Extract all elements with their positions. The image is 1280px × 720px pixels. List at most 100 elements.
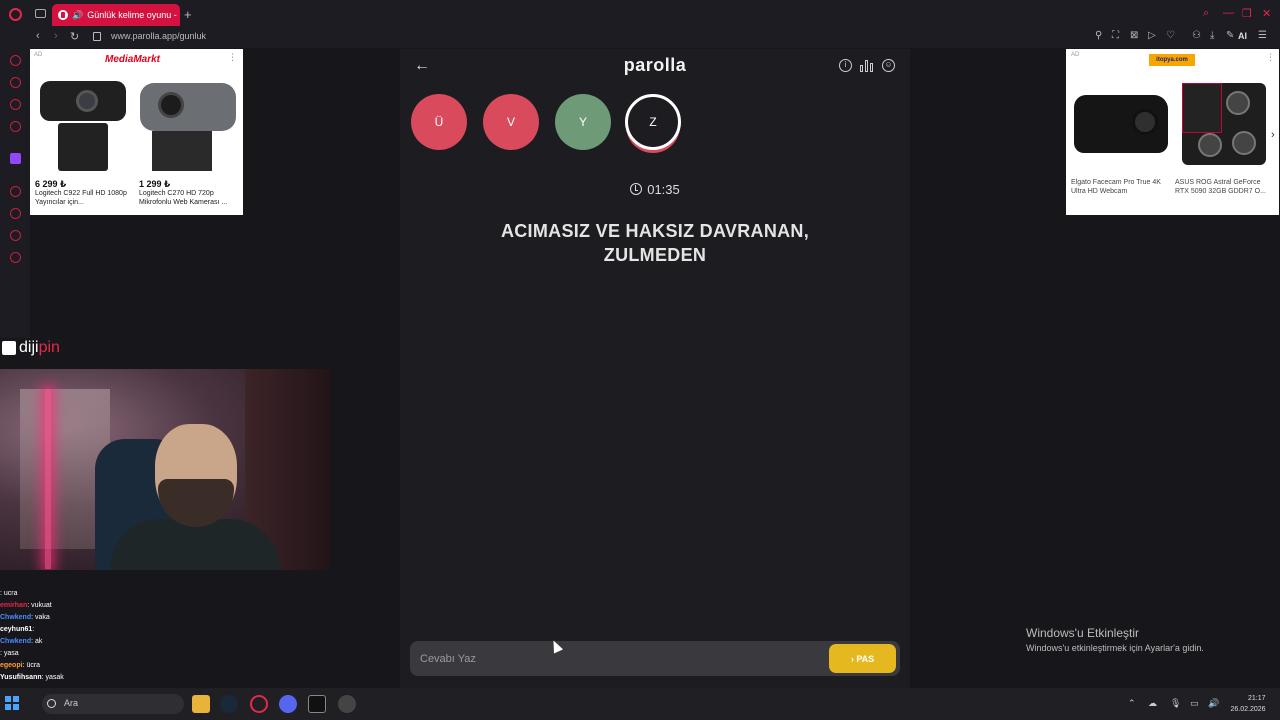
sidebar-aria-icon[interactable] (10, 55, 21, 66)
pass-button[interactable]: › PAS (829, 644, 896, 673)
browser-titlebar (0, 0, 1280, 28)
letter-bubble: Ü (411, 94, 467, 150)
activation-subtitle: Windows'u etkinleştirmek için Ayarlar'a … (1026, 643, 1204, 653)
search-placeholder[interactable]: Ara (64, 698, 78, 708)
chat-message: Chwkend: vaka (0, 612, 243, 624)
snapshot-icon[interactable]: ⛶ (1112, 30, 1119, 41)
sidebar-chat-icon[interactable] (10, 99, 21, 110)
heart-icon[interactable]: ♡ (1166, 30, 1175, 41)
forward-nav-icon[interactable]: › (54, 30, 58, 42)
ad-menu-icon[interactable]: ⋮ (228, 52, 237, 63)
chat-username: Chwkend (0, 614, 32, 621)
pin-icon[interactable]: ⚲ (1095, 30, 1102, 41)
sidebar-player-icon[interactable] (10, 186, 21, 197)
next-arrow-icon[interactable]: › (1271, 129, 1275, 141)
opera-taskbar-icon[interactable] (250, 695, 268, 713)
tray-network-icon[interactable]: ☁ (1148, 698, 1157, 709)
ad-menu-icon[interactable]: ⋮ (1266, 52, 1275, 63)
lock-icon (93, 32, 101, 41)
chat-text: : vukuat (27, 602, 52, 609)
close-button[interactable]: ✕ (1262, 7, 1271, 20)
tray-volume-icon[interactable]: 🔊 (1208, 698, 1219, 709)
ai-button[interactable]: AI (1238, 31, 1247, 41)
stats-icon[interactable] (860, 59, 874, 72)
download-icon[interactable]: ⤓ (1210, 30, 1214, 41)
product-image[interactable] (1074, 95, 1168, 153)
profile-icon[interactable]: ☺ (882, 59, 895, 72)
pass-label: PAS (856, 653, 875, 664)
windows-activation-watermark: Windows'u Etkinleştir Windows'u etkinleş… (1026, 626, 1204, 653)
logo-suffix: pin (38, 339, 60, 356)
dijipin-logo-icon (2, 341, 16, 355)
chat-username: emirhan (0, 602, 28, 609)
ad-right[interactable]: AD itopya.com ⋮ › Elgato Facecam Pro Tru… (1066, 49, 1279, 215)
steam-icon[interactable] (220, 695, 238, 713)
letter-bubble: V (483, 94, 539, 150)
info-icon[interactable]: i (839, 59, 852, 72)
product-image[interactable] (136, 77, 236, 173)
tray-chevron-up-icon[interactable]: ⌃ (1128, 698, 1136, 709)
reload-icon[interactable]: ↻ (70, 30, 79, 43)
tray-display-icon[interactable]: ▭ (1190, 698, 1199, 709)
streamer-webcam (0, 369, 330, 570)
sidebar-bag-icon[interactable] (10, 77, 21, 88)
account-icon[interactable]: ⚇ (1192, 30, 1201, 41)
ad-label: AD (1071, 52, 1080, 58)
chat-text: : yasa (0, 650, 19, 657)
menu-icon[interactable]: ☰ (1258, 30, 1267, 41)
sidebar-history-icon[interactable] (10, 208, 21, 219)
stream-chat: : ucra emirhan: vukuat Chwkend: vaka cey… (0, 588, 243, 688)
question-line: ACIMASIZ VE HAKSIZ DAVRANAN, (500, 221, 810, 241)
minimize-button[interactable]: — (1223, 7, 1234, 19)
product-name[interactable]: Logitech C270 HD 720p Mikrofonlu Web Kam… (139, 189, 237, 207)
speaker-icon[interactable]: 🔊 (72, 10, 83, 21)
obs-icon[interactable] (338, 695, 356, 713)
taskbar-clock[interactable]: 21:17 26.02.2026 (1230, 693, 1265, 715)
ad-brand-logo: itopya.com (1149, 54, 1195, 66)
chat-message: Yusufihsann: yasak (0, 672, 243, 684)
product-name[interactable]: ASUS ROG Astral GeForce RTX 5090 32GB GD… (1175, 178, 1273, 196)
product-image[interactable] (34, 77, 130, 173)
browser-tab-active[interactable]: 🔊 Günlük kelime oyunu - (52, 4, 180, 26)
sidebar-vpn-icon[interactable] (10, 230, 21, 241)
chat-username: ceyhun61 (0, 626, 33, 633)
clock-date: 26.02.2026 (1230, 706, 1266, 713)
new-tab-button[interactable]: + (184, 7, 192, 22)
windows-start-icon[interactable] (5, 696, 19, 710)
adblock-icon[interactable]: ⊠ (1130, 30, 1138, 41)
app-icon[interactable] (308, 695, 326, 713)
parolla-favicon-icon (58, 10, 68, 20)
product-name[interactable]: Elgato Facecam Pro True 4K Ultra HD Webc… (1071, 178, 1169, 196)
chat-message: egeopi: ücra (0, 660, 243, 672)
ad-left[interactable]: AD MediaMarkt ⋮ 6 299 ₺ Logitech C922 Fu… (30, 49, 243, 215)
product-name[interactable]: Logitech C922 Full HD 1080p Yayıncılar i… (35, 189, 133, 207)
sidebar-mail-icon[interactable] (10, 121, 21, 132)
chat-text: : ücra (22, 662, 41, 669)
opera-logo-icon[interactable] (9, 8, 22, 21)
dijipin-logo: dijipin (19, 339, 60, 357)
tab-title: Günlük kelime oyunu - (87, 10, 177, 20)
search-tabs-icon[interactable]: ⌕ (1203, 7, 1209, 20)
maximize-button[interactable]: ❐ (1242, 7, 1252, 20)
url-field[interactable]: www.parolla.app/gunluk (111, 31, 206, 41)
letter-bubble-active: Z (625, 94, 681, 150)
discord-icon[interactable] (279, 695, 297, 713)
timer: 01:35 (400, 182, 910, 197)
answer-bar: › PAS (410, 641, 900, 676)
timer-value: 01:35 (647, 182, 680, 197)
answer-input[interactable] (420, 641, 820, 676)
file-explorer-icon[interactable] (192, 695, 210, 713)
chat-message: emirhan: vukuat (0, 600, 243, 612)
game-logo: parolla (623, 55, 687, 75)
extensions-icon[interactable]: ✎ (1226, 30, 1234, 41)
ad-label: AD (34, 52, 43, 58)
tray-mic-icon[interactable]: 🎙 (1170, 698, 1181, 709)
sidebar-twitch-icon[interactable] (10, 153, 21, 164)
sidebar-settings-icon[interactable] (10, 252, 21, 263)
tab-overview-icon[interactable] (35, 9, 46, 18)
chat-username: egeopi (0, 662, 23, 669)
back-nav-icon[interactable]: ‹ (36, 30, 40, 42)
chevron-right-icon: › (850, 653, 854, 664)
product-image[interactable] (1182, 83, 1266, 165)
player-icon[interactable]: ▷ (1148, 30, 1156, 41)
